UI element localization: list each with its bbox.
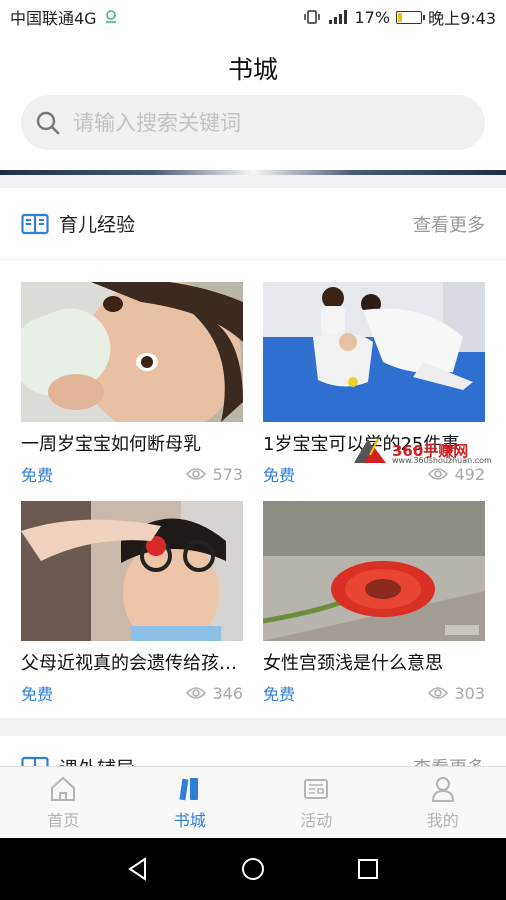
view-more-link[interactable]: 查看更多 [413, 211, 485, 237]
book-meta: 免费 573 [21, 462, 243, 486]
book-title[interactable]: 女性宫颈浅是什么意思 [263, 649, 485, 675]
tab-label: 书城 [173, 810, 206, 830]
section-header: 育儿经验 查看更多 [0, 188, 506, 260]
tab-label: 活动 [300, 810, 333, 830]
book-thumbnail[interactable] [21, 282, 243, 422]
carrier-label: 中国联通4G [10, 9, 97, 28]
vibrate-icon [303, 10, 320, 24]
eye-icon [186, 468, 207, 480]
book-thumbnail[interactable] [263, 501, 485, 641]
search-input[interactable] [73, 110, 453, 135]
view-count: 573 [186, 465, 243, 484]
battery-fill [398, 12, 402, 22]
header-divider [0, 170, 506, 175]
book-thumbnail[interactable] [263, 282, 485, 422]
price-badge: 免费 [263, 466, 296, 485]
kids-playing-photo [263, 282, 485, 422]
tab-home[interactable]: 首页 [0, 767, 127, 838]
book-title[interactable]: 父母近视真的会遗传给孩子吗 [21, 649, 243, 675]
tab-bookstore[interactable]: 书城 [127, 767, 254, 838]
eye-test-photo [21, 501, 243, 641]
view-count: 303 [428, 684, 485, 703]
search-bar[interactable] [21, 95, 485, 150]
books-icon [179, 777, 198, 800]
section-title: 育儿经验 [59, 214, 136, 236]
book-thumbnail[interactable] [21, 501, 243, 641]
book-card-1[interactable]: 一周岁宝宝如何断母乳 免费 573 [21, 282, 243, 486]
home-circle-icon[interactable] [240, 856, 266, 882]
search-icon [36, 111, 60, 134]
battery-percent: 17% [354, 7, 391, 27]
eye-icon [186, 687, 207, 699]
status-bar: 中国联通4G 17% 晚上9:43 [0, 0, 506, 34]
watermark-url: www.360shouzhuan.com [392, 456, 492, 465]
back-icon[interactable] [125, 856, 151, 882]
price-badge: 免费 [21, 685, 54, 704]
view-count-value: 303 [454, 683, 485, 703]
watermark-logo: 360手赚网 www.360shouzhuan.com [352, 432, 502, 468]
red-flower-photo [263, 501, 485, 641]
eye-icon [428, 687, 449, 699]
activity-icon [304, 778, 329, 799]
price-badge: 免费 [263, 685, 296, 704]
cellular-signal-icon [328, 10, 347, 24]
book-card-3[interactable]: 父母近视真的会遗传给孩子吗 免费 346 [21, 501, 243, 705]
header: 书城 [0, 34, 506, 174]
open-book-icon [21, 213, 49, 234]
system-nav-bar [0, 838, 506, 900]
view-count-value: 346 [212, 683, 243, 703]
tab-label: 我的 [426, 810, 459, 830]
baby-bottle-photo [21, 282, 243, 422]
signal-sync-icon [105, 10, 116, 23]
book-meta: 免费 303 [263, 681, 485, 705]
book-meta: 免费 346 [21, 681, 243, 705]
clock: 晚上9:43 [428, 9, 496, 28]
eye-icon [428, 468, 449, 480]
status-left: 中国联通4G [10, 5, 119, 29]
watermark-mountain-icon [354, 438, 386, 463]
book-card-4[interactable]: 女性宫颈浅是什么意思 免费 303 [263, 501, 485, 705]
profile-icon [431, 776, 454, 802]
view-count-value: 573 [212, 464, 243, 484]
tab-activity[interactable]: 活动 [253, 767, 380, 838]
bottom-tab-bar: 首页 书城 活动 我的 [0, 766, 506, 838]
tab-profile[interactable]: 我的 [380, 767, 506, 838]
home-icon [51, 776, 76, 801]
view-count: 346 [186, 684, 243, 703]
page-title: 书城 [227, 55, 278, 84]
section-title-wrap: 育儿经验 [21, 210, 135, 237]
status-right: 17% 晚上9:43 [303, 5, 496, 29]
book-title[interactable]: 一周岁宝宝如何断母乳 [21, 430, 243, 456]
battery-icon [396, 10, 426, 24]
recents-icon[interactable] [355, 856, 381, 882]
price-badge: 免费 [21, 466, 54, 485]
tab-label: 首页 [47, 810, 80, 830]
